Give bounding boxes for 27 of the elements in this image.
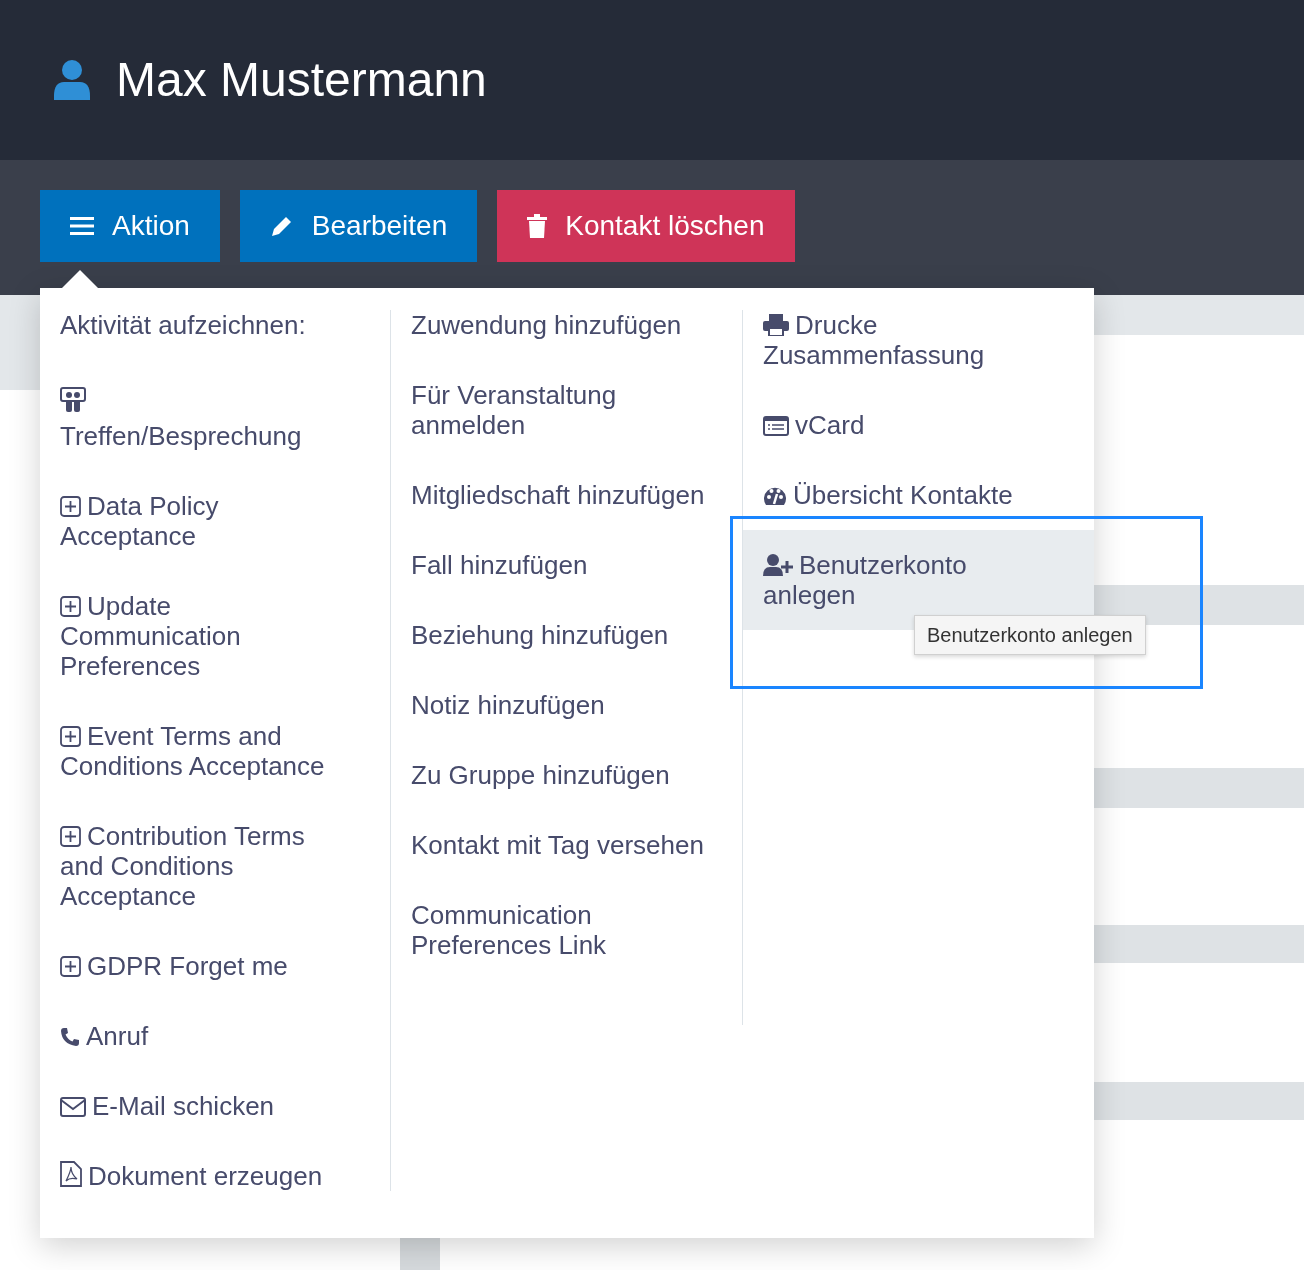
menu-item[interactable]: Update Communication Preferences — [40, 591, 390, 681]
tooltip: Benutzerkonto anlegen — [914, 615, 1146, 655]
menu-item[interactable]: vCard — [743, 410, 1094, 440]
menu-item[interactable]: Zuwendung hinzufügen — [391, 310, 742, 340]
menu-item[interactable]: Fall hinzufügen — [391, 550, 742, 580]
menu-item[interactable]: Communication Preferences Link — [391, 900, 742, 960]
menu-item[interactable]: Mitgliedschaft hinzufügen — [391, 480, 742, 510]
menu-item[interactable]: Für Veranstaltung anmelden — [391, 380, 742, 440]
menu-item[interactable]: Treffen/Besprechung — [40, 385, 390, 451]
menu-item[interactable]: Anruf — [40, 1021, 390, 1051]
menu-heading: Aktivität aufzeichnen: — [59, 310, 307, 340]
menu-item[interactable]: Zu Gruppe hinzufügen — [391, 760, 742, 790]
menu-item[interactable]: Kontakt mit Tag versehen — [391, 830, 742, 860]
menu-item[interactable]: GDPR Forget me — [40, 951, 390, 981]
edit-button[interactable]: Bearbeiten — [239, 190, 478, 262]
contact-name: Max Mustermann — [116, 52, 487, 108]
menu-item[interactable]: Data Policy Acceptance — [40, 491, 390, 551]
menu-item[interactable]: E-Mail schicken — [40, 1091, 390, 1121]
menu-item[interactable]: Contribution Terms and Conditions Acceptance — [40, 821, 390, 911]
menu-item[interactable]: Übersicht Kontakte — [743, 480, 1094, 510]
menu-item[interactable]: Beziehung hinzufügen — [391, 620, 742, 650]
menu-item[interactable]: Event Terms and Conditions Acceptance — [40, 721, 390, 781]
menu-item[interactable]: Dokument erzeugen — [40, 1161, 390, 1191]
menu-item[interactable]: Drucke Zusammenfassung — [743, 310, 1094, 370]
delete-button[interactable]: Kontakt löschen — [497, 190, 795, 262]
action-button[interactable]: Aktion — [40, 190, 220, 262]
menu-item[interactable]: Notiz hinzufügen — [391, 690, 742, 720]
